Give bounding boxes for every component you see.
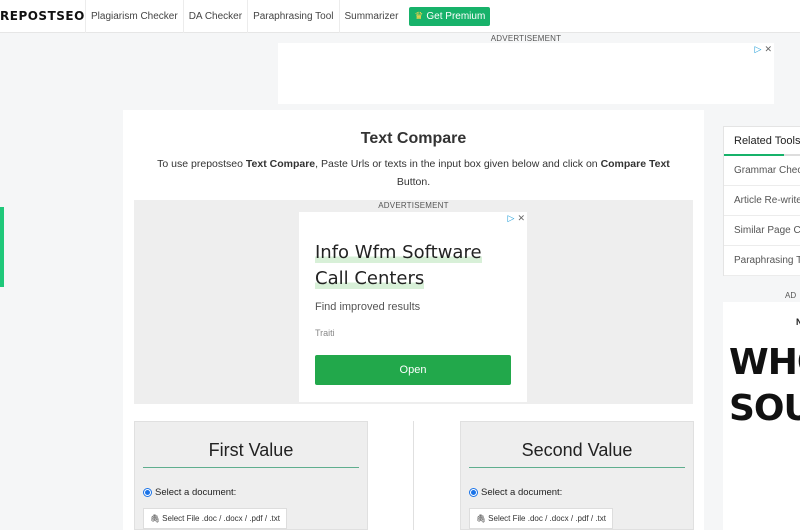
select-document-option[interactable]: Select a document: [143, 487, 236, 498]
related-item-similar-page-checker[interactable]: Similar Page Checker [724, 216, 800, 246]
close-ad-icon[interactable]: ✕ [764, 44, 772, 55]
related-item-paraphrasing-tool[interactable]: Paraphrasing Tool [724, 246, 800, 276]
second-value-panel: Second Value Select a document: 🖇 Select… [460, 421, 694, 530]
page-description: To use prepostseo Text Compare, Paste Ur… [157, 158, 670, 188]
first-value-title: First Value [208, 440, 294, 460]
ad-subtext: Find improved results [315, 301, 421, 313]
site-logo[interactable]: REPOSTSEO [0, 9, 85, 23]
paperclip-icon: 🖇 [476, 514, 487, 523]
side-ad-small-text: N [796, 317, 800, 327]
select-document-option[interactable]: Select a document: [469, 487, 562, 498]
nav-summarizer[interactable]: Summarizer [338, 0, 404, 33]
side-ad-label: AD [785, 291, 797, 300]
ad-choices[interactable]: ▷ ✕ [755, 44, 772, 55]
inline-advertisement[interactable]: ▷ ✕ Info Wfm Software Call Centers Find … [299, 212, 527, 402]
first-file-select-button[interactable]: 🖇 Select File .doc / .docx / .pdf / .txt [143, 508, 287, 529]
inline-ad-container: ADVERTISEMENT ▷ ✕ Info Wfm Software Call… [134, 200, 693, 404]
side-ad-headline: WHO SOUL [729, 342, 800, 429]
crown-icon: ♛ [414, 10, 424, 22]
main-card: Text Compare To use prepostseo Text Comp… [123, 110, 704, 530]
select-document-label: Select a document: [481, 487, 563, 498]
side-advertisement[interactable]: N WHO SOUL [723, 302, 800, 530]
page-title: Text Compare [360, 130, 467, 147]
related-item-article-rewriter[interactable]: Article Re-writer [724, 186, 800, 216]
first-value-panel: First Value Select a document: 🖇 Select … [134, 421, 368, 530]
top-ad-label: ADVERTISEMENT [490, 34, 562, 43]
panel-divider [413, 421, 414, 530]
radio-selected-icon[interactable] [143, 488, 152, 497]
top-nav: REPOSTSEO Plagiarism Checker DA Checker … [0, 0, 800, 33]
divider [469, 467, 685, 468]
second-file-select-button[interactable]: 🖇 Select File .doc / .docx / .pdf / .txt [469, 508, 613, 529]
paperclip-icon: 🖇 [150, 514, 161, 523]
related-item-grammar-checker[interactable]: Grammar Checker [724, 156, 800, 186]
related-tools-panel: Related Tools Grammar Checker Article Re… [723, 126, 800, 276]
second-value-title: Second Value [521, 440, 633, 460]
ad-open-button[interactable]: Open [315, 355, 511, 385]
inline-ad-label: ADVERTISEMENT [378, 201, 449, 210]
top-advertisement[interactable]: ▷ ✕ [278, 43, 774, 104]
ad-brand: Traiti [315, 328, 335, 338]
get-premium-button[interactable]: ♛ Get Premium [409, 6, 491, 26]
ad-choices[interactable]: ▷ ✕ [508, 213, 525, 224]
adchoices-icon[interactable]: ▷ [508, 213, 515, 224]
nav-plagiarism-checker[interactable]: Plagiarism Checker [85, 0, 183, 33]
adchoices-icon[interactable]: ▷ [755, 44, 762, 55]
ad-headline[interactable]: Info Wfm Software Call Centers [315, 240, 515, 292]
left-side-tab[interactable] [0, 207, 4, 287]
nav-da-checker[interactable]: DA Checker [182, 0, 247, 33]
close-ad-icon[interactable]: ✕ [517, 213, 525, 224]
divider [143, 467, 359, 468]
nav-paraphrasing-tool[interactable]: Paraphrasing Tool [247, 0, 338, 33]
related-tools-title: Related Tools [724, 127, 800, 156]
radio-selected-icon[interactable] [469, 488, 478, 497]
select-document-label: Select a document: [155, 487, 237, 498]
get-premium-label: Get Premium [426, 10, 486, 22]
